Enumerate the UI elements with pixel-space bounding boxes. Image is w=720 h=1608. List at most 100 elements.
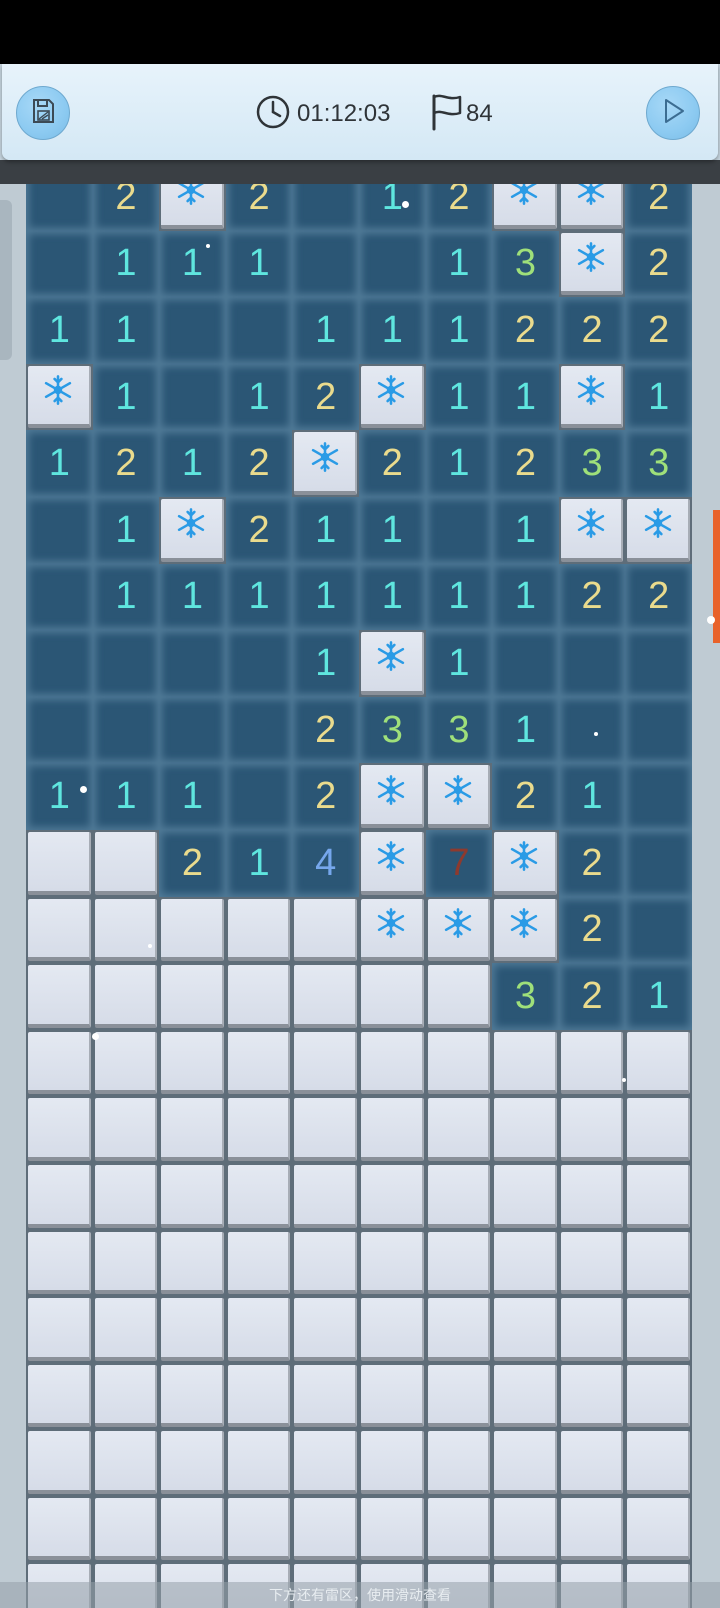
revealed-number-cell[interactable]: 1 [225, 230, 293, 298]
revealed-empty-cell[interactable] [225, 763, 293, 830]
frozen-cell[interactable] [627, 498, 690, 562]
revealed-number-cell[interactable]: 1 [159, 230, 226, 298]
covered-cell[interactable] [427, 965, 491, 1028]
covered-cell[interactable] [294, 965, 357, 1028]
covered-cell[interactable] [294, 1098, 357, 1161]
revealed-empty-cell[interactable] [358, 230, 426, 298]
revealed-number-cell[interactable]: 1 [92, 230, 160, 298]
revealed-empty-cell[interactable] [26, 630, 93, 697]
covered-cell[interactable] [427, 1164, 491, 1228]
frozen-cell[interactable] [427, 765, 491, 828]
revealed-number-cell[interactable]: 2 [92, 430, 160, 497]
covered-cell[interactable] [227, 1497, 291, 1561]
covered-cell[interactable] [560, 1164, 624, 1228]
revealed-number-cell[interactable]: 1 [292, 563, 359, 631]
covered-cell[interactable] [294, 1164, 357, 1228]
covered-cell[interactable] [494, 1431, 557, 1494]
revealed-empty-cell[interactable] [625, 896, 692, 964]
covered-cell[interactable] [161, 965, 224, 1028]
revealed-empty-cell[interactable] [425, 496, 493, 564]
covered-cell[interactable] [28, 1497, 91, 1561]
covered-cell[interactable] [294, 1364, 357, 1428]
revealed-number-cell[interactable]: 2 [625, 230, 692, 298]
covered-cell[interactable] [560, 1431, 624, 1494]
scroll-position-indicator[interactable] [713, 510, 720, 643]
revealed-empty-cell[interactable] [26, 696, 93, 764]
covered-cell[interactable] [161, 1431, 224, 1494]
covered-cell[interactable] [94, 1431, 158, 1494]
covered-cell[interactable] [227, 1098, 291, 1161]
frozen-cell[interactable] [560, 232, 624, 296]
revealed-empty-cell[interactable] [159, 696, 226, 764]
frozen-cell[interactable] [560, 498, 624, 562]
covered-cell[interactable] [427, 1298, 491, 1361]
covered-cell[interactable] [560, 1231, 624, 1295]
revealed-number-cell[interactable]: 1 [225, 363, 293, 431]
revealed-number-cell[interactable]: 1 [425, 297, 493, 364]
revealed-number-cell[interactable]: 1 [358, 563, 426, 631]
covered-cell[interactable] [294, 1431, 357, 1494]
revealed-number-cell[interactable]: 2 [558, 829, 626, 897]
covered-cell[interactable] [28, 1431, 91, 1494]
revealed-empty-cell[interactable] [558, 630, 626, 697]
revealed-empty-cell[interactable] [159, 363, 226, 431]
covered-cell[interactable] [161, 1164, 224, 1228]
covered-cell[interactable] [627, 1098, 690, 1161]
revealed-number-cell[interactable]: 2 [292, 763, 359, 830]
covered-cell[interactable] [94, 1031, 158, 1095]
frozen-cell[interactable] [494, 831, 557, 895]
covered-cell[interactable] [94, 898, 158, 962]
revealed-number-cell[interactable]: 3 [625, 430, 692, 497]
covered-cell[interactable] [94, 1364, 158, 1428]
revealed-number-cell[interactable]: 1 [292, 297, 359, 364]
revealed-empty-cell[interactable] [558, 696, 626, 764]
revealed-empty-cell[interactable] [225, 630, 293, 697]
revealed-number-cell[interactable]: 1 [159, 763, 226, 830]
covered-cell[interactable] [560, 1497, 624, 1561]
revealed-number-cell[interactable]: 2 [225, 430, 293, 497]
revealed-number-cell[interactable]: 2 [225, 496, 293, 564]
revealed-empty-cell[interactable] [625, 763, 692, 830]
covered-cell[interactable] [560, 1298, 624, 1361]
frozen-cell[interactable] [161, 498, 224, 562]
covered-cell[interactable] [94, 1497, 158, 1561]
revealed-empty-cell[interactable] [159, 297, 226, 364]
left-scroll-handle[interactable] [0, 200, 12, 360]
covered-cell[interactable] [427, 1098, 491, 1161]
covered-cell[interactable] [161, 1031, 224, 1095]
revealed-empty-cell[interactable] [26, 496, 93, 564]
revealed-empty-cell[interactable] [26, 563, 93, 631]
revealed-empty-cell[interactable] [625, 630, 692, 697]
revealed-number-cell[interactable]: 1 [26, 430, 93, 497]
covered-cell[interactable] [494, 1164, 557, 1228]
revealed-number-cell[interactable]: 2 [358, 430, 426, 497]
covered-cell[interactable] [494, 1031, 557, 1095]
covered-cell[interactable] [494, 1298, 557, 1361]
covered-cell[interactable] [627, 1431, 690, 1494]
covered-cell[interactable] [227, 965, 291, 1028]
revealed-number-cell[interactable]: 1 [492, 563, 559, 631]
revealed-number-cell[interactable]: 1 [492, 363, 559, 431]
revealed-number-cell[interactable]: 1 [92, 496, 160, 564]
covered-cell[interactable] [360, 1164, 424, 1228]
revealed-empty-cell[interactable] [225, 297, 293, 364]
revealed-number-cell[interactable]: 3 [558, 430, 626, 497]
revealed-number-cell[interactable]: 2 [625, 563, 692, 631]
revealed-empty-cell[interactable] [225, 696, 293, 764]
revealed-number-cell[interactable]: 2 [558, 963, 626, 1030]
covered-cell[interactable] [360, 1098, 424, 1161]
covered-cell[interactable] [28, 1098, 91, 1161]
covered-cell[interactable] [627, 1497, 690, 1561]
revealed-number-cell[interactable]: 1 [492, 496, 559, 564]
revealed-number-cell[interactable]: 1 [159, 563, 226, 631]
covered-cell[interactable] [294, 1031, 357, 1095]
play-button[interactable] [646, 86, 700, 140]
revealed-number-cell[interactable]: 2 [625, 297, 692, 364]
covered-cell[interactable] [627, 1164, 690, 1228]
revealed-number-cell[interactable]: 1 [425, 363, 493, 431]
covered-cell[interactable] [560, 1098, 624, 1161]
covered-cell[interactable] [227, 1031, 291, 1095]
revealed-empty-cell[interactable] [26, 230, 93, 298]
revealed-number-cell[interactable]: 3 [425, 696, 493, 764]
covered-cell[interactable] [360, 1298, 424, 1361]
